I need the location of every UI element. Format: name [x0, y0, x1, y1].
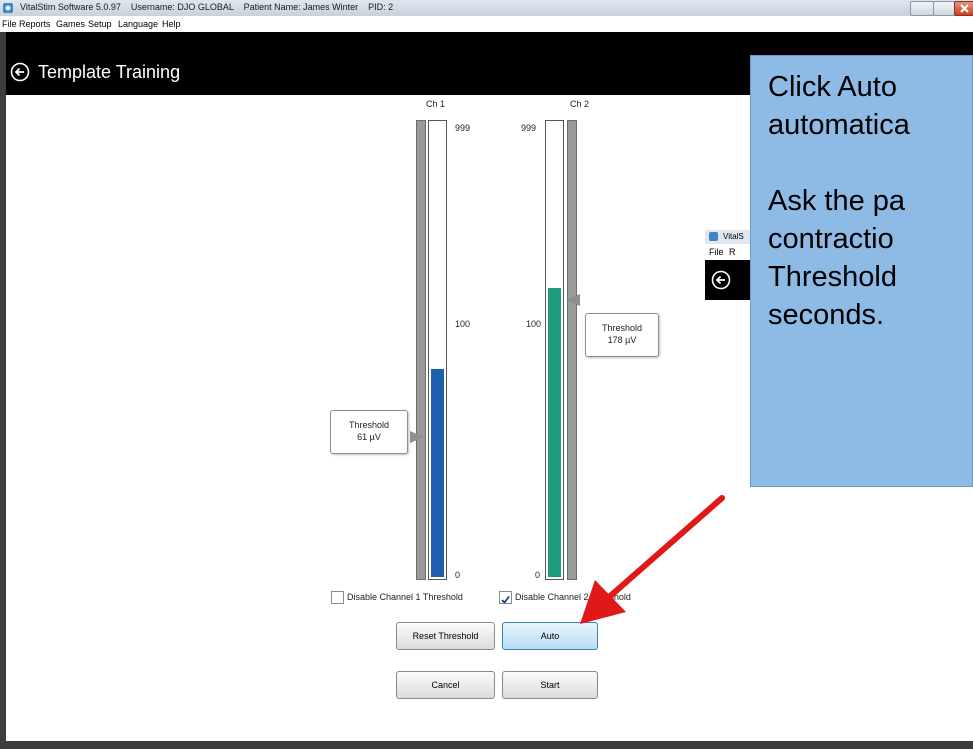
back-arrow-icon[interactable]: [10, 62, 30, 82]
menu-language[interactable]: Language: [118, 19, 158, 29]
menu-setup[interactable]: Setup: [88, 19, 112, 29]
channel-1-meter: [428, 120, 447, 580]
channel-1-track: [416, 120, 426, 580]
channel-2-threshold-box: Threshold 178 µV: [585, 313, 659, 357]
channel-2-scale-mid: 100: [526, 319, 542, 329]
start-button[interactable]: Start: [502, 671, 598, 699]
red-pointer-arrow: [580, 495, 725, 624]
background-menu-file[interactable]: File: [709, 247, 724, 257]
menu-bar: File Reports Games Setup Language Help: [0, 16, 973, 32]
background-menu-reports[interactable]: R: [729, 247, 736, 257]
header-band: [0, 32, 973, 55]
window-titlebar: VitalStim Software 5.0.97 Username: DJO …: [0, 0, 973, 16]
reset-threshold-button[interactable]: Reset Threshold: [396, 622, 495, 650]
page-title: Template Training: [38, 62, 181, 82]
background-window-title: VitalS: [723, 232, 744, 241]
channel-1-scale-mid: 100: [455, 319, 471, 329]
close-button[interactable]: [954, 1, 973, 16]
back-arrow-icon: [711, 270, 731, 290]
channel-2-scale-bottom: 0: [535, 570, 541, 580]
app-icon: [3, 3, 13, 13]
channel-1-threshold-marker[interactable]: [410, 431, 424, 443]
menu-help[interactable]: Help: [162, 19, 181, 29]
channel-1-scale-top: 999: [455, 123, 471, 133]
disable-channel-1-checkbox[interactable]: [331, 591, 344, 604]
app-icon: [709, 232, 718, 241]
instruction-text: Click Auto automatica Ask the pa contrac…: [768, 71, 910, 331]
menu-games[interactable]: Games: [56, 19, 85, 29]
channel-1-threshold-label: Threshold: [348, 420, 390, 430]
minimize-button[interactable]: [910, 1, 934, 16]
window-border-left: [0, 32, 6, 749]
disable-channel-1-label: Disable Channel 1 Threshold: [347, 592, 463, 602]
cancel-button[interactable]: Cancel: [396, 671, 495, 699]
disable-channel-2-checkbox[interactable]: [499, 591, 512, 604]
channel-1-level-fill: [431, 369, 444, 577]
channel-1-scale-bottom: 0: [455, 570, 461, 580]
channel-2-scale-top: 999: [521, 123, 537, 133]
channel-1-threshold-box: Threshold 61 µV: [330, 410, 408, 454]
channel-2-threshold-marker[interactable]: [566, 294, 580, 306]
menu-file[interactable]: File: [2, 19, 17, 29]
menu-reports[interactable]: Reports: [19, 19, 51, 29]
channel-1-threshold-value: 61 µV: [357, 432, 381, 442]
channel-2-threshold-label: Threshold: [601, 323, 643, 333]
maximize-button[interactable]: [933, 1, 955, 16]
window-border-bottom: [0, 741, 973, 749]
window-title: VitalStim Software 5.0.97 Username: DJO …: [20, 2, 394, 12]
channel-2-threshold-value: 178 µV: [607, 335, 637, 345]
channel-2-label: Ch 2: [570, 99, 590, 109]
close-icon: [960, 4, 969, 13]
channel-1-label: Ch 1: [426, 99, 446, 109]
checkmark-icon: [501, 595, 510, 604]
